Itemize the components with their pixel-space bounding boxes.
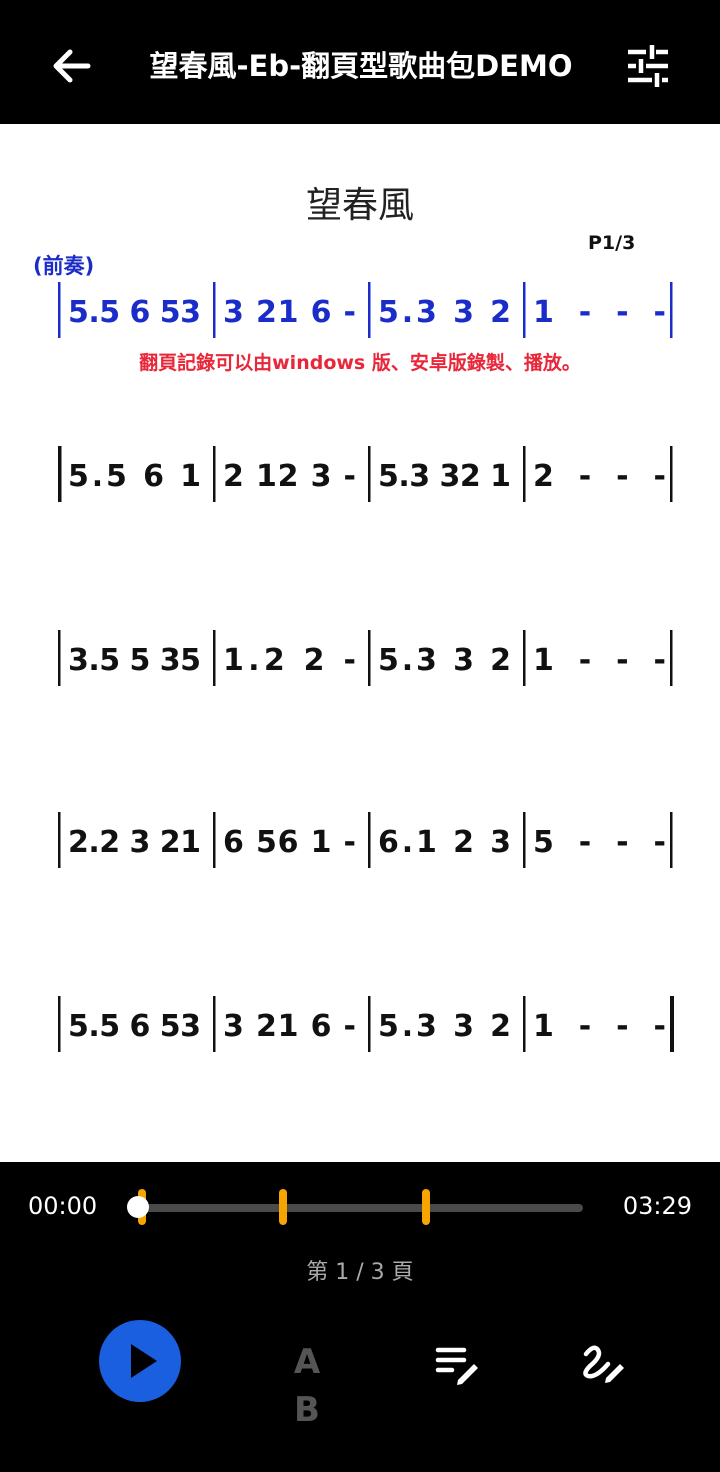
- current-time: 00:00: [28, 1192, 98, 1220]
- bar-line: [213, 996, 216, 1052]
- measure: 5.3 3 2: [378, 295, 511, 330]
- score-notation: 5.5 6 53 3 21 6 - 5.3 3 2 1 - - -: [58, 282, 673, 338]
- page-turn-marker[interactable]: [421, 1189, 430, 1225]
- measure: 6.1 2 3: [378, 825, 511, 860]
- score-notation: 3.5 5 35 1.2 2 - 5.3 3 2 1 - - -: [58, 630, 673, 686]
- bar-line: [58, 446, 62, 502]
- measure: 5.5 6 53: [68, 1009, 201, 1044]
- score-line-1: 5.5 6 1 2 12 3 - 5.3 32 1 2 - - -: [40, 436, 690, 516]
- draw-button[interactable]: [576, 1338, 628, 1390]
- measure: 1 - - -: [533, 643, 666, 678]
- player-controls: 00:00 03:29 第 1 / 3 頁 A B: [0, 1162, 720, 1472]
- bar-line: [670, 630, 673, 686]
- sheet-music-page[interactable]: 望春風 P1/3 (前奏) 5.5 6 53 3 21 6 -5.3 3 21 -…: [0, 124, 720, 1162]
- bar-line: [670, 282, 673, 338]
- page-turn-note: 翻頁記錄可以由windows 版、安卓版錄製、播放。: [139, 352, 581, 374]
- bar-line: [368, 812, 371, 868]
- measure: 6 56 1 -: [223, 825, 356, 860]
- score-line-intro: 5.5 6 53 3 21 6 - 5.3 3 2 1 - - -: [40, 272, 690, 352]
- measure: 1 - - -: [533, 1009, 666, 1044]
- measure: 2 - - -: [533, 459, 666, 494]
- bar-line: [58, 996, 61, 1052]
- bar-line: [368, 630, 371, 686]
- measure: 5.5 6 1: [68, 459, 201, 494]
- measure: 3 21 6 -: [223, 1009, 356, 1044]
- bar-line: [213, 812, 216, 868]
- bar-line: [213, 630, 216, 686]
- bar-line: [523, 812, 526, 868]
- bar-line: [670, 812, 673, 868]
- total-time: 03:29: [622, 1192, 692, 1220]
- bar-line: [670, 446, 673, 502]
- bar-line: [368, 282, 371, 338]
- play-button[interactable]: [99, 1320, 181, 1402]
- bar-line: [523, 996, 526, 1052]
- bar-line: [213, 446, 216, 502]
- play-icon: [131, 1344, 157, 1378]
- measure: 5 - - -: [533, 825, 666, 860]
- measure: 2.2 3 21: [68, 825, 201, 860]
- page-marker: P1/3: [588, 232, 636, 254]
- measure: 2 12 3 -: [223, 459, 356, 494]
- bar-line: [368, 996, 371, 1052]
- seek-bar[interactable]: [138, 1204, 583, 1212]
- arrow-left-icon: [53, 49, 91, 83]
- measure: 5.3 3 2: [378, 1009, 511, 1044]
- score-notation: 5.5 6 53 3 21 6 - 5.3 3 2 1 - - -: [58, 996, 674, 1052]
- measure: 5.5 6 53: [68, 295, 201, 330]
- score-notation: 5.5 6 1 2 12 3 - 5.3 32 1 2 - - -: [58, 446, 673, 502]
- page-indicator: 第 1 / 3 頁: [306, 1260, 414, 1285]
- bar-line: [523, 282, 526, 338]
- score-line-4: 5.5 6 53 3 21 6 - 5.3 3 2 1 - - -: [40, 986, 690, 1066]
- bar-line: [368, 446, 371, 502]
- page-turn-marker[interactable]: [278, 1189, 287, 1225]
- page-title: 望春風-Eb-翻頁型歌曲包DEMO: [149, 49, 573, 83]
- score-notation: 2.2 3 21 6 56 1 - 6.1 2 3 5 - - -: [58, 812, 673, 868]
- back-button[interactable]: [46, 40, 98, 92]
- ab-repeat-button[interactable]: A B: [270, 1338, 350, 1430]
- bar-line: [670, 996, 674, 1052]
- bar-line: [523, 446, 526, 502]
- measure: 3.5 5 35: [68, 643, 201, 678]
- measure: 1.2 2 -: [223, 643, 356, 678]
- edit-list-button[interactable]: [430, 1338, 482, 1390]
- bar-line: [213, 282, 216, 338]
- draw-icon: [583, 1345, 624, 1383]
- settings-button[interactable]: [622, 40, 674, 92]
- score-line-2: 3.5 5 35 1.2 2 - 5.3 3 2 1 - - -: [40, 620, 690, 700]
- bar-line: [58, 812, 61, 868]
- bar-line: [58, 282, 61, 338]
- tune-icon: [628, 45, 668, 87]
- measure: 3 21 6 -: [223, 295, 356, 330]
- seek-thumb[interactable]: [127, 1196, 149, 1218]
- song-title: 望春風: [305, 185, 414, 226]
- measure: 5.3 32 1: [378, 459, 511, 494]
- bar-line: [58, 630, 61, 686]
- measure: 1 - - -: [533, 295, 666, 330]
- bar-line: [523, 630, 526, 686]
- playlist-edit-icon: [435, 1347, 478, 1385]
- top-app-bar: 望春風-Eb-翻頁型歌曲包DEMO: [0, 0, 720, 124]
- score-line-3: 2.2 3 21 6 56 1 - 6.1 2 3 5 - - -: [40, 802, 690, 882]
- measure: 5.3 3 2: [378, 643, 511, 678]
